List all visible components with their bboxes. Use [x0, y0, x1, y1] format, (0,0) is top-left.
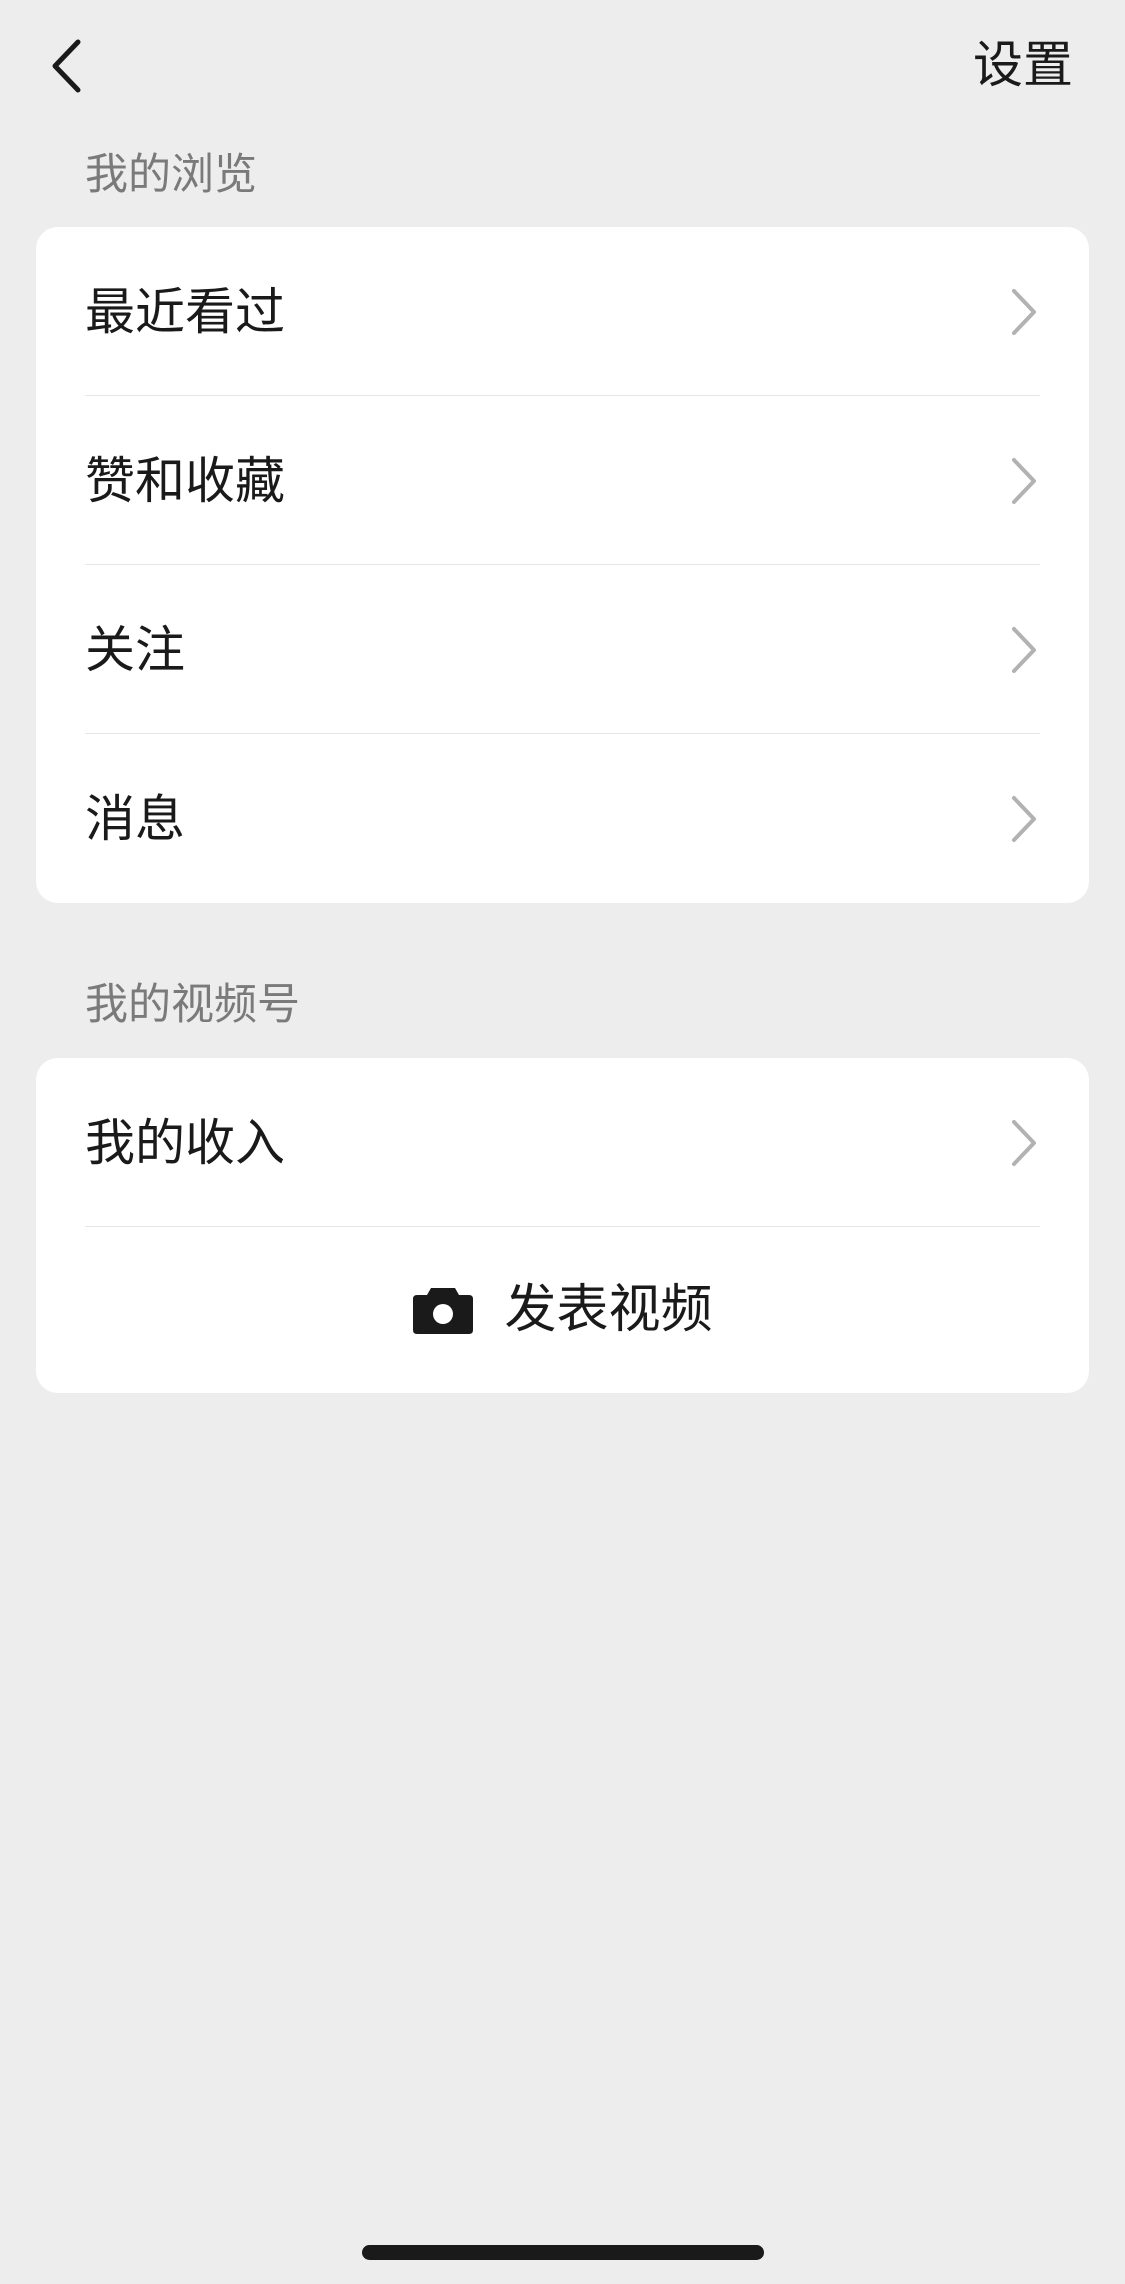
chevron-left-icon [52, 39, 81, 93]
section-title-channel: 我的视频号 [85, 980, 300, 1030]
publish-video-content: 发表视频 [412, 1275, 713, 1345]
section-title-browse: 我的浏览 [85, 150, 257, 200]
menu-item-following[interactable]: 关注 [36, 565, 1089, 734]
back-button[interactable] [36, 28, 96, 104]
chevron-right-icon [1012, 626, 1036, 673]
top-bar: 设置 [0, 0, 1125, 130]
chevron-right-icon [1012, 1119, 1036, 1166]
profile-menu-screen: 设置 我的浏览 最近看过 赞和收藏 关注 消息 我的视频号 我的收入 发表视频 [0, 0, 1125, 2284]
channel-card: 我的收入 发表视频 [36, 1058, 1089, 1393]
menu-item-label: 最近看过 [85, 282, 285, 341]
menu-item-messages[interactable]: 消息 [36, 734, 1089, 903]
menu-item-income[interactable]: 我的收入 [36, 1058, 1089, 1227]
chevron-right-icon [1012, 288, 1036, 335]
menu-item-label: 消息 [85, 789, 185, 848]
menu-item-label: 关注 [85, 620, 185, 679]
chevron-right-icon [1012, 795, 1036, 842]
menu-item-likes-favorites[interactable]: 赞和收藏 [36, 396, 1089, 565]
menu-item-recent[interactable]: 最近看过 [36, 227, 1089, 396]
menu-item-label: 我的收入 [85, 1113, 285, 1172]
settings-button[interactable]: 设置 [973, 30, 1073, 100]
camera-icon [413, 1288, 474, 1334]
browse-card: 最近看过 赞和收藏 关注 消息 [36, 227, 1089, 903]
publish-video-label: 发表视频 [504, 1280, 713, 1340]
publish-video-button[interactable]: 发表视频 [36, 1227, 1089, 1393]
chevron-right-icon [1012, 457, 1036, 504]
menu-item-label: 赞和收藏 [85, 451, 285, 510]
home-indicator[interactable] [362, 2245, 764, 2260]
